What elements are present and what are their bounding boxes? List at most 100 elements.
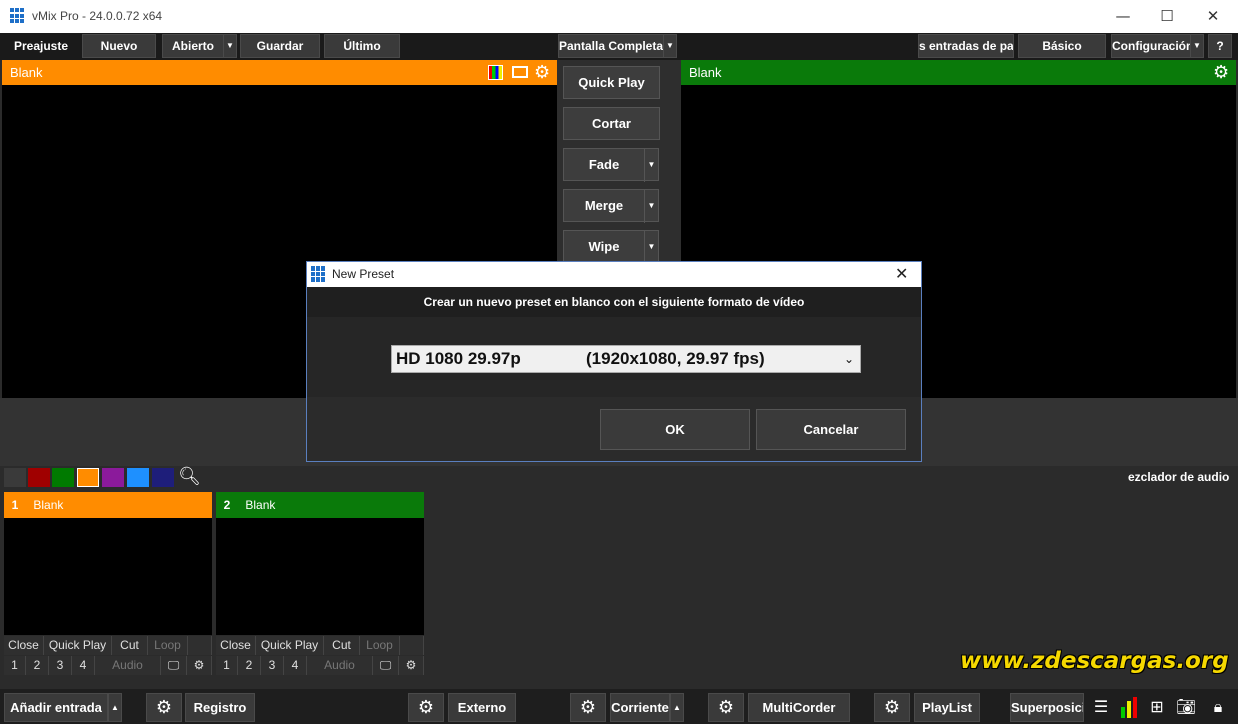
input-close-button[interactable]: Close bbox=[216, 636, 256, 655]
wipe-button[interactable]: Wipe ▼ bbox=[563, 230, 659, 264]
lock-icon[interactable]: 🔒︎ bbox=[1205, 693, 1231, 722]
fade-dropdown-icon[interactable]: ▼ bbox=[644, 149, 658, 182]
add-input-dropdown-icon[interactable]: ▲ bbox=[108, 693, 122, 722]
overlay-4-button[interactable]: 4 bbox=[284, 656, 307, 675]
input-title: Blank bbox=[33, 498, 64, 512]
new-button[interactable]: Nuevo bbox=[82, 34, 156, 58]
save-button[interactable]: Guardar bbox=[240, 34, 320, 58]
playlist-gear-icon[interactable]: ⚙ bbox=[874, 693, 910, 722]
input-blank-cell bbox=[188, 636, 212, 655]
chevron-down-icon[interactable]: ⌄ bbox=[844, 346, 854, 372]
settings-button[interactable]: Configuración bbox=[1111, 34, 1191, 58]
input-loop-button[interactable]: Loop bbox=[360, 636, 400, 655]
settings-dropdown-icon[interactable]: ▼ bbox=[1190, 34, 1204, 58]
swatch-blue[interactable] bbox=[127, 468, 149, 487]
fade-button[interactable]: Fade ▼ bbox=[563, 148, 659, 182]
format-detail: (1920x1080, 29.97 fps) bbox=[586, 349, 765, 368]
input-cut-button[interactable]: Cut bbox=[112, 636, 148, 655]
audio-mixer-button[interactable]: ezclador de audio bbox=[1128, 470, 1229, 484]
overlay-button[interactable]: Superposición bbox=[1010, 693, 1084, 722]
output-title-bar: Blank ⚙ bbox=[681, 60, 1236, 85]
stream-dropdown-icon[interactable]: ▲ bbox=[670, 693, 684, 722]
new-preset-dialog: New Preset ✕ Crear un nuevo preset en bl… bbox=[306, 261, 922, 462]
input-card-2[interactable]: 2 Blank Close Quick Play Cut Loop 1 2 3 … bbox=[216, 492, 424, 675]
swatch-red[interactable] bbox=[28, 468, 50, 487]
maximize-button[interactable]: ☐ bbox=[1144, 0, 1190, 33]
open-button[interactable]: Abierto bbox=[162, 34, 224, 58]
input-loop-button[interactable]: Loop bbox=[148, 636, 188, 655]
fullscreen-button[interactable]: Pantalla Completa bbox=[558, 34, 664, 58]
fullscreen-dropdown-icon[interactable]: ▼ bbox=[663, 34, 677, 58]
menu-icon[interactable]: ☰ bbox=[1088, 693, 1114, 722]
input-quick-play-button[interactable]: Quick Play bbox=[44, 636, 112, 655]
stream-gear-icon[interactable]: ⚙ bbox=[570, 693, 606, 722]
swatch-green[interactable] bbox=[52, 468, 74, 487]
record-button[interactable]: Registro bbox=[185, 693, 255, 722]
record-gear-icon[interactable]: ⚙ bbox=[146, 693, 182, 722]
minimize-button[interactable]: — bbox=[1100, 0, 1146, 33]
output-gear-icon[interactable]: ⚙ bbox=[1213, 60, 1229, 85]
preview-title: Blank bbox=[10, 65, 43, 80]
input-number: 2 bbox=[223, 498, 231, 512]
basic-button[interactable]: Básico bbox=[1018, 34, 1106, 58]
input-cut-button[interactable]: Cut bbox=[324, 636, 360, 655]
quick-play-button[interactable]: Quick Play bbox=[563, 66, 660, 99]
help-button[interactable]: ? bbox=[1208, 34, 1232, 58]
merge-button[interactable]: Merge ▼ bbox=[563, 189, 659, 223]
overlay-2-button[interactable]: 2 bbox=[26, 656, 49, 675]
overlay-3-button[interactable]: 3 bbox=[261, 656, 284, 675]
input-thumbnail[interactable] bbox=[216, 518, 424, 635]
output-title: Blank bbox=[689, 65, 722, 80]
multiview-icon[interactable]: ⊞ bbox=[1144, 693, 1170, 722]
cut-button[interactable]: Cortar bbox=[563, 107, 660, 140]
overlay-2-button[interactable]: 2 bbox=[238, 656, 261, 675]
input-header[interactable]: 2 Blank bbox=[216, 492, 424, 518]
overlay-3-button[interactable]: 3 bbox=[49, 656, 72, 675]
close-window-button[interactable]: ✕ bbox=[1190, 0, 1236, 33]
overlay-4-button[interactable]: 4 bbox=[72, 656, 95, 675]
preset-label[interactable]: Preajuste bbox=[6, 34, 76, 58]
multicorder-gear-icon[interactable]: ⚙ bbox=[708, 693, 744, 722]
dialog-close-icon[interactable]: ✕ bbox=[895, 264, 908, 283]
frame-icon[interactable] bbox=[512, 66, 528, 78]
external-gear-icon[interactable]: ⚙ bbox=[408, 693, 444, 722]
overlay-1-button[interactable]: 1 bbox=[4, 656, 26, 675]
pause-inputs-button[interactable]: s entradas de pau bbox=[918, 34, 1014, 58]
wipe-dropdown-icon[interactable]: ▼ bbox=[644, 231, 658, 264]
last-button[interactable]: Último bbox=[324, 34, 400, 58]
fade-label: Fade bbox=[588, 157, 620, 172]
input-quick-play-button[interactable]: Quick Play bbox=[256, 636, 324, 655]
ok-button[interactable]: OK bbox=[600, 409, 750, 450]
input-gear-icon[interactable]: ⚙ bbox=[187, 656, 212, 675]
cancel-button[interactable]: Cancelar bbox=[756, 409, 906, 450]
snapshot-icon[interactable]: 📷︎ bbox=[1173, 693, 1199, 722]
swatch-orange[interactable] bbox=[77, 468, 99, 487]
external-button[interactable]: Externo bbox=[448, 693, 516, 722]
swatch-purple[interactable] bbox=[102, 468, 124, 487]
merge-dropdown-icon[interactable]: ▼ bbox=[644, 190, 658, 223]
stream-button[interactable]: Corriente bbox=[610, 693, 670, 722]
monitor-icon[interactable]: 🖵 bbox=[373, 656, 399, 675]
playlist-button[interactable]: PlayList bbox=[914, 693, 980, 722]
input-gear-icon[interactable]: ⚙ bbox=[399, 656, 424, 675]
input-card-1[interactable]: 1 Blank Close Quick Play Cut Loop 1 2 3 … bbox=[4, 492, 212, 675]
swatch-navy[interactable] bbox=[152, 468, 174, 487]
input-audio-button[interactable]: Audio bbox=[95, 656, 161, 675]
audio-mixer-label: ezclador de audio bbox=[1128, 470, 1230, 484]
video-format-select[interactable]: HD 1080 29.97p (1920x1080, 29.97 fps) ⌄ bbox=[391, 345, 861, 373]
multicorder-button[interactable]: MultiCorder bbox=[748, 693, 850, 722]
overlay-1-button[interactable]: 1 bbox=[216, 656, 238, 675]
audio-meter-icon[interactable] bbox=[1116, 693, 1142, 722]
input-audio-button[interactable]: Audio bbox=[307, 656, 373, 675]
add-input-button[interactable]: Añadir entrada bbox=[4, 693, 108, 722]
swatch-none[interactable] bbox=[4, 468, 26, 487]
merge-label: Merge bbox=[584, 198, 624, 213]
open-dropdown-icon[interactable]: ▼ bbox=[223, 34, 237, 58]
search-icon[interactable]: 🔍︎ bbox=[178, 466, 201, 487]
input-header[interactable]: 1 Blank bbox=[4, 492, 212, 518]
monitor-icon[interactable]: 🖵 bbox=[161, 656, 187, 675]
input-close-button[interactable]: Close bbox=[4, 636, 44, 655]
color-bars-icon[interactable] bbox=[488, 65, 503, 80]
preview-gear-icon[interactable]: ⚙ bbox=[534, 60, 550, 85]
input-thumbnail[interactable] bbox=[4, 518, 212, 635]
